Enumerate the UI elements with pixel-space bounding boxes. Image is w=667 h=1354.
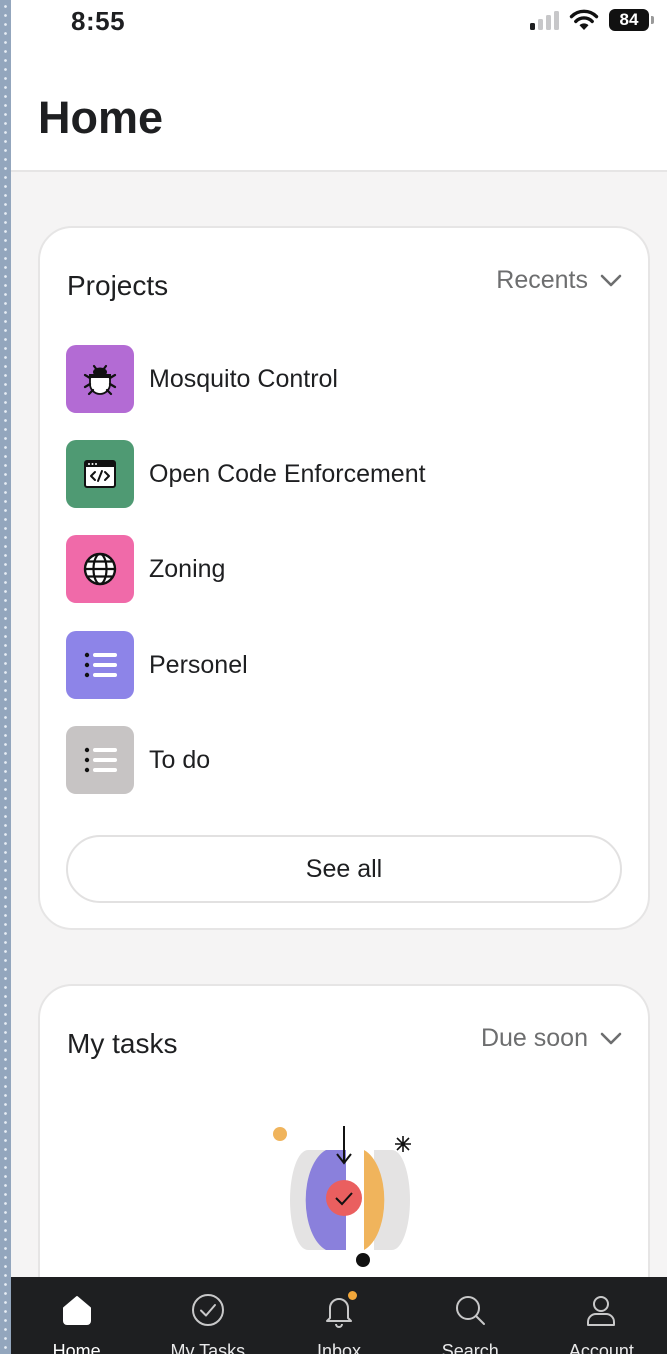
status-indicators: 84 — [530, 9, 654, 31]
tab-inbox[interactable]: Inbox — [273, 1277, 404, 1354]
see-all-button[interactable]: See all — [66, 835, 622, 903]
project-name: Mosquito Control — [149, 364, 338, 393]
tab-label: My Tasks — [170, 1341, 246, 1354]
projects-card: Projects Recents Mosquito Control Open C… — [38, 226, 650, 930]
left-edge-decoration — [0, 0, 11, 1354]
project-item-mosquito-control[interactable]: Mosquito Control — [66, 344, 626, 414]
battery-indicator: 84 — [609, 9, 654, 31]
bottom-tab-bar: Home My Tasks Inbox Search Account — [11, 1277, 667, 1354]
project-item-to-do[interactable]: To do — [66, 725, 626, 795]
status-time: 8:55 — [71, 6, 126, 36]
my-tasks-sort-dropdown[interactable]: Due soon — [481, 1024, 622, 1053]
code-window-icon — [66, 440, 134, 508]
battery-level: 84 — [619, 10, 639, 29]
my-tasks-sort-label: Due soon — [480, 1024, 588, 1052]
project-name: Zoning — [149, 554, 226, 583]
inbox-notification-dot — [348, 1291, 357, 1300]
page-title: Home — [38, 92, 164, 143]
check-circle-icon — [191, 1294, 224, 1326]
home-icon — [62, 1296, 91, 1325]
tab-my-tasks[interactable]: My Tasks — [142, 1277, 273, 1354]
tab-label: Inbox — [316, 1341, 362, 1354]
project-name: To do — [149, 745, 211, 774]
tab-label: Account — [568, 1341, 634, 1354]
projects-title: Projects — [67, 270, 169, 301]
projects-sort-dropdown[interactable]: Recents — [496, 266, 622, 295]
my-tasks-title: My tasks — [67, 1028, 178, 1059]
tab-label: Search — [441, 1341, 499, 1354]
search-icon — [456, 1296, 486, 1325]
app-header: 8:55 84 Home — [11, 0, 667, 172]
tab-label: Home — [52, 1341, 101, 1354]
wifi-icon — [569, 9, 599, 30]
tab-search[interactable]: Search — [405, 1277, 536, 1354]
project-item-personel[interactable]: Personel — [66, 630, 626, 700]
globe-icon — [66, 535, 134, 603]
project-name: Open Code Enforcement — [149, 459, 426, 488]
chevron-down-icon — [600, 1032, 622, 1044]
project-item-zoning[interactable]: Zoning — [66, 534, 626, 604]
chevron-down-icon — [600, 274, 622, 286]
projects-sort-label: Recents — [496, 266, 588, 294]
project-item-open-code-enforcement[interactable]: Open Code Enforcement — [66, 439, 626, 509]
tasks-empty-illustration — [273, 1126, 411, 1267]
list-icon — [66, 726, 134, 794]
tab-account[interactable]: Account — [536, 1277, 667, 1354]
tab-home[interactable]: Home — [11, 1277, 142, 1354]
person-icon — [587, 1296, 616, 1326]
bug-icon — [66, 345, 134, 413]
cellular-signal-icon — [530, 10, 559, 30]
list-icon — [66, 631, 134, 699]
project-name: Personel — [149, 650, 248, 679]
